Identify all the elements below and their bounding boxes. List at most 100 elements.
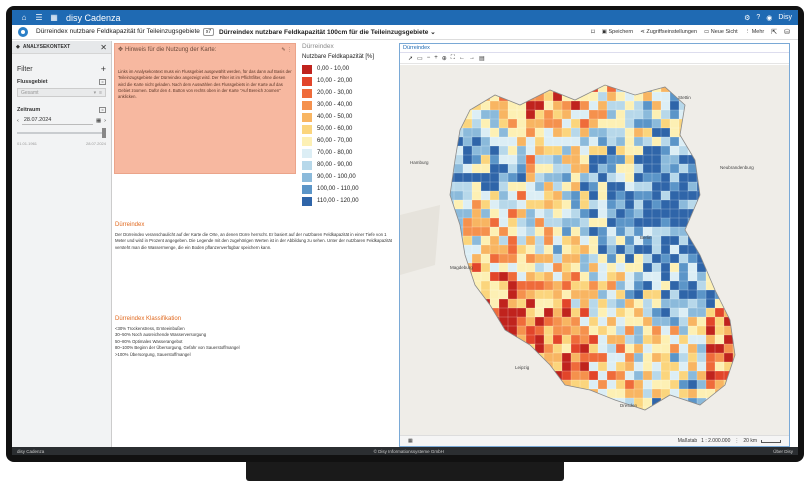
catchment-mode-icon[interactable]: = [99, 79, 106, 85]
period-slider[interactable] [17, 128, 106, 138]
classification-title: Dürreindex Klassifikation [115, 316, 182, 322]
bookmark-icon[interactable]: ⌑ [591, 28, 595, 36]
chevron-down-icon: ▾ [93, 89, 97, 96]
grid-icon[interactable]: ▦ [408, 438, 413, 444]
calendar-icon[interactable]: ▦ [96, 118, 101, 124]
period-mode-icon[interactable]: = [99, 107, 106, 113]
more-icon[interactable]: ⋮ [287, 47, 292, 53]
add-filter-icon[interactable]: + [101, 64, 106, 74]
drag-handle-icon[interactable]: ✥ [118, 47, 123, 53]
measure-icon[interactable]: ▭ [417, 55, 423, 62]
help-icon[interactable]: ? [756, 14, 760, 21]
chevron-right-icon[interactable]: › [104, 118, 106, 124]
more-label: Mehr [751, 29, 765, 35]
legend-label: 30,00 - 40,00 [317, 102, 353, 108]
legend-row: 60,00 - 70,00 [302, 135, 398, 147]
filter-title: Filter [17, 65, 33, 73]
status-bar: disy Cadenza © Disy Informationssysteme … [12, 447, 798, 455]
settings-icon[interactable]: ⚙ [744, 14, 750, 22]
date-input[interactable]: 28.07.2024 [21, 116, 93, 125]
legend-swatch [302, 160, 312, 170]
workbook-title[interactable]: Dürreindex nutzbare Feldkapazität für Te… [36, 28, 219, 36]
zoom-area-icon[interactable]: ⊕ [442, 55, 447, 62]
back-icon[interactable]: ← [459, 55, 465, 61]
scale-value[interactable]: 1 : 2.000.000 [701, 438, 730, 444]
title-actions: ⌑ ▣ Speichern ⋖ Zugriffseinstellungen ▭ … [591, 28, 798, 36]
menu-icon[interactable]: ☰ [33, 13, 45, 22]
zoom-in-icon[interactable]: + [434, 55, 438, 61]
legend-swatch [302, 100, 312, 110]
status-left: disy Cadenza [17, 448, 45, 454]
legend-row: 110,00 - 120,00 [302, 195, 398, 207]
catchment-select[interactable]: Gesamt ▾ ≡ [17, 88, 106, 97]
view-title[interactable]: Dürreindex nutzbare Feldkapazität 100cm … [219, 28, 436, 36]
period-label: Zeitraum [17, 107, 41, 113]
map-footer: ▦ Maßstab 1 : 2.000.000 ⋮ 20 km [400, 435, 789, 446]
map-scale: Maßstab 1 : 2.000.000 ⋮ 20 km [678, 438, 781, 444]
classification-item: <30% Trockenstress, Ernteeinbußen [115, 325, 185, 331]
legend-row: 10,00 - 20,00 [302, 75, 398, 87]
legend-label: 110,00 - 120,00 [317, 198, 359, 204]
date-picker: ‹ 28.07.2024 ▦ › [17, 116, 106, 125]
title-bar: Dürreindex nutzbare Feldkapazität für Te… [12, 25, 798, 40]
share-icon: ⋖ [640, 29, 645, 35]
list-icon[interactable]: ≡ [99, 90, 102, 96]
layers-icon[interactable]: ▤ [479, 55, 485, 62]
legend-label: 60,00 - 70,00 [317, 138, 353, 144]
monitor-stand [246, 462, 564, 481]
map-canvas[interactable]: Stettin Neubrandenburg Hamburg Magdeburg… [400, 65, 789, 435]
status-copyright: © Disy Informationssysteme GmbH [373, 448, 444, 454]
description-block: Dürreindex Der Dürreindex veranschaulich… [115, 222, 395, 251]
pointer-icon[interactable]: ➚ [408, 55, 413, 62]
hint-title: Hinweis für die Nutzung der Karte: [125, 47, 217, 53]
period-range: 01.01.1961 28.07.2024 [17, 141, 106, 146]
scale-label: Maßstab [677, 438, 698, 444]
chevron-down-icon[interactable]: ⌄ [430, 29, 435, 36]
slider-thumb[interactable] [102, 128, 106, 138]
legend-swatch [302, 172, 312, 182]
access-settings-button[interactable]: ⋖ Zugriffseinstellungen [640, 29, 697, 35]
legend-row: 0,00 - 10,00 [302, 63, 398, 75]
home-icon[interactable]: ⌂ [18, 13, 30, 22]
about-link[interactable]: Über Disy [773, 449, 793, 454]
legend-swatch [302, 112, 312, 122]
map-toolbar: ➚ ▭ − + ⊕ ⛶ ← → ▤ [400, 53, 789, 64]
period-label-row: Zeitraum = [12, 107, 111, 113]
monitor-frame: ⌂ ☰ ▦ disy Cadenza ⚙ ? ◉ Disy Dürreindex… [0, 0, 810, 481]
user-icon[interactable]: ◉ [766, 14, 772, 22]
zoom-out-icon[interactable]: − [427, 55, 431, 61]
legend-swatch [302, 184, 312, 194]
analysis-context-panel: ◆ ANALYSEKONTEXT ✕ Filter + Flussgebiet … [12, 41, 112, 447]
hint-header: ✥ Hinweis für die Nutzung der Karte: ✎ ⋮ [118, 47, 292, 53]
app-bar: ⌂ ☰ ▦ disy Cadenza ⚙ ? ◉ Disy [12, 10, 798, 25]
hint-tools: ✎ ⋮ [281, 47, 292, 53]
map-title: Dürreindex [400, 44, 789, 53]
workbook-badge: x7 [202, 28, 215, 36]
export-icon[interactable]: ⇱ [771, 28, 777, 36]
map-icon[interactable]: ▦ [48, 13, 60, 22]
catchment-label: Flussgebiet [17, 79, 48, 85]
new-view-button[interactable]: ▭ Neue Sicht [704, 29, 738, 35]
legend-row: 20,00 - 30,00 [302, 87, 398, 99]
zoom-extent-icon[interactable]: ⛶ [451, 55, 455, 62]
more-button[interactable]: ⋮ Mehr [745, 29, 765, 35]
drought-legend: Dürreindex Nutzbare Feldkapazität [%] 0,… [302, 43, 398, 207]
close-icon[interactable]: ✕ [100, 43, 107, 52]
user-name[interactable]: Disy [778, 14, 792, 21]
edit-icon[interactable]: ✎ [281, 47, 285, 53]
app-bar-right: ⚙ ? ◉ Disy [744, 14, 792, 22]
database-icon[interactable]: ⛁ [784, 28, 790, 36]
legend-row: 30,00 - 40,00 [302, 99, 398, 111]
access-label: Zugriffseinstellungen [646, 29, 698, 35]
catchment-label-row: Flussgebiet = [12, 79, 111, 85]
range-end: 28.07.2024 [85, 141, 106, 146]
analysis-context-header: ◆ ANALYSEKONTEXT ✕ [12, 41, 111, 54]
chevron-left-icon[interactable]: ‹ [17, 118, 19, 124]
save-button[interactable]: ▣ Speichern [602, 29, 634, 35]
forward-icon[interactable]: → [469, 55, 475, 61]
legend-swatch [302, 124, 312, 134]
analysis-context-title: ANALYSEKONTEXT [22, 44, 71, 50]
more-icon[interactable]: ⋮ [734, 438, 739, 444]
city-label: Stettin [678, 95, 691, 100]
workbook-icon [18, 27, 28, 37]
